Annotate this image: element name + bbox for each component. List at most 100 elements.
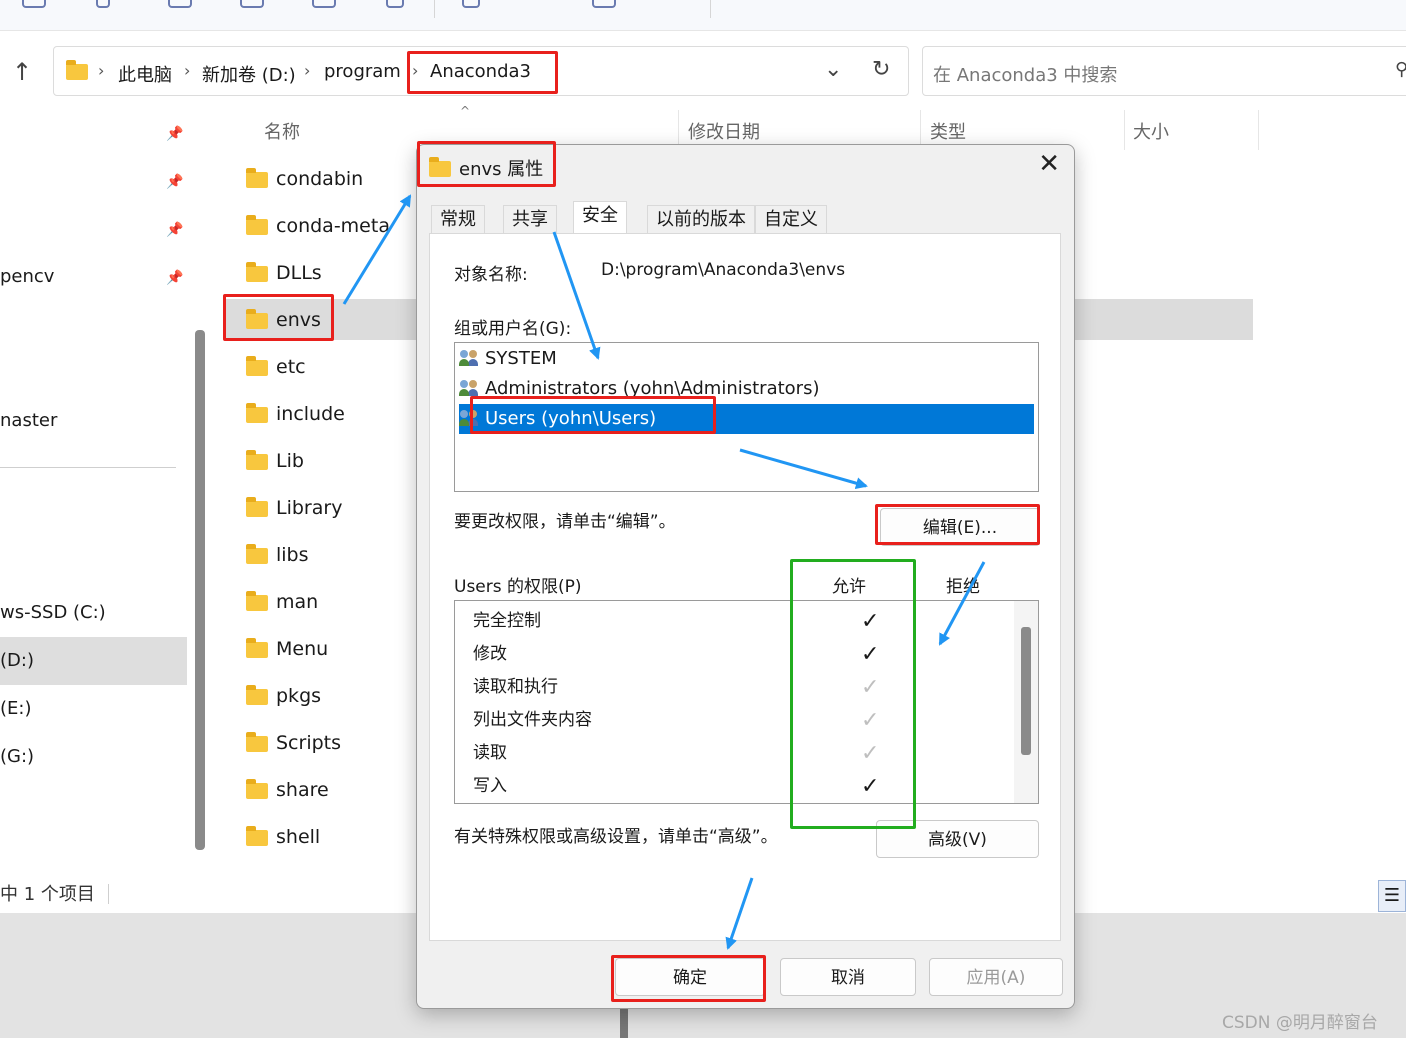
folder-icon — [66, 60, 88, 80]
toolbar-icon[interactable] — [168, 0, 192, 8]
folder-icon — [246, 497, 268, 517]
permissions-scrollbar[interactable] — [1021, 627, 1031, 755]
nav-item[interactable]: naster — [0, 410, 57, 431]
nav-scrollbar[interactable] — [195, 330, 205, 850]
edit-hint: 要更改权限，请单击“编辑”。 — [454, 512, 676, 532]
column-header-modified[interactable]: 修改日期 — [688, 118, 760, 144]
folder-icon — [246, 826, 268, 846]
tab-sharing[interactable]: 共享 — [503, 205, 557, 234]
file-name: pkgs — [276, 685, 322, 707]
file-name: Library — [276, 497, 343, 519]
folder-icon — [246, 262, 268, 282]
breadcrumb-item[interactable]: 此电脑 — [118, 61, 172, 87]
details-view-icon[interactable]: ☰ — [1378, 880, 1406, 912]
chevron-right-icon: › — [304, 61, 311, 80]
column-divider[interactable] — [1258, 110, 1259, 150]
tab-previous-versions[interactable]: 以前的版本 — [647, 205, 755, 234]
sort-icon[interactable] — [462, 0, 480, 8]
folder-icon — [246, 779, 268, 799]
pin-icon[interactable]: 📌 — [166, 174, 183, 190]
user-group-icon — [459, 349, 481, 367]
permission-row: 修改 ✓ — [473, 638, 1013, 671]
column-header-name[interactable]: 名称 — [264, 118, 300, 144]
nav-item[interactable]: pencv — [0, 266, 54, 287]
permissions-label: Users 的权限(P) — [454, 577, 582, 597]
watermark: CSDN @明月醉窗台 — [1222, 1013, 1378, 1033]
permission-row: 读取和执行 ✓ — [473, 671, 1013, 704]
nav-item-drive-d[interactable]: (D:) — [0, 650, 34, 671]
toolbar-divider — [710, 0, 711, 18]
file-name: DLLs — [276, 262, 322, 284]
permission-name: 修改 — [473, 644, 507, 664]
chevron-right-icon: › — [98, 61, 105, 80]
tab-customize[interactable]: 自定义 — [755, 205, 827, 234]
permissions-list: 完全控制 ✓ 修改 ✓ 读取和执行 ✓ 列出文件夹内容 ✓ 读取 ✓ 写入 ✓ — [454, 600, 1039, 804]
pin-icon[interactable]: 📌 — [166, 222, 183, 238]
toolbar-icon[interactable] — [240, 0, 264, 8]
search-input[interactable]: 在 Anaconda3 中搜索 — [933, 61, 1117, 87]
folder-icon — [246, 544, 268, 564]
toolbar-icon[interactable] — [386, 0, 404, 8]
file-name: share — [276, 779, 329, 801]
annotation-box-dialog-title — [417, 141, 556, 187]
user-group-icon — [459, 379, 481, 397]
file-name: condabin — [276, 168, 364, 190]
sort-up-icon: ^ — [460, 104, 471, 118]
background-bar — [620, 1008, 628, 1038]
annotation-box-users — [470, 396, 716, 434]
breadcrumb-item[interactable]: program — [324, 61, 401, 82]
file-name: Scripts — [276, 732, 342, 754]
annotation-box-allow-column — [790, 559, 916, 829]
column-header-type[interactable]: 类型 — [930, 118, 966, 144]
search-box[interactable]: 在 Anaconda3 中搜索 ⚲ — [922, 46, 1406, 96]
toolbar-icon[interactable] — [22, 0, 46, 8]
column-header-size[interactable]: 大小 — [1133, 118, 1169, 144]
search-icon[interactable]: ⚲ — [1395, 59, 1406, 80]
permission-row: 读取 ✓ — [473, 737, 1013, 770]
folder-icon — [246, 356, 268, 376]
properties-dialog: envs 属性 ✕ 常规 共享 安全 以前的版本 自定义 对象名称: D:\pr… — [416, 144, 1075, 1009]
chevron-right-icon: › — [184, 61, 191, 80]
user-item-system[interactable]: SYSTEM — [459, 344, 1034, 374]
folder-icon — [246, 591, 268, 611]
file-name: libs — [276, 544, 309, 566]
annotation-box-envs — [223, 294, 334, 341]
tab-general[interactable]: 常规 — [431, 205, 485, 234]
folder-icon — [246, 638, 268, 658]
permission-name: 写入 — [473, 776, 507, 796]
apply-button[interactable]: 应用(A) — [929, 958, 1063, 996]
file-name: etc — [276, 356, 306, 378]
chevron-down-icon[interactable]: ⌄ — [824, 57, 842, 82]
permission-row: 列出文件夹内容 ✓ — [473, 704, 1013, 737]
explorer-toolbar — [0, 0, 1406, 31]
toolbar-icon[interactable] — [312, 0, 336, 8]
up-arrow-icon[interactable]: ↑ — [8, 58, 36, 86]
view-icon[interactable] — [592, 0, 616, 8]
nav-item-drive-e[interactable]: (E:) — [0, 698, 31, 719]
cancel-button[interactable]: 取消 — [780, 958, 916, 996]
folder-icon — [246, 215, 268, 235]
refresh-icon[interactable]: ↻ — [872, 57, 890, 82]
deny-header: 拒绝 — [946, 577, 980, 597]
permissions-scroll-track[interactable] — [1014, 601, 1038, 803]
pin-icon[interactable]: 📌 — [166, 270, 183, 286]
group-list-label: 组或用户名(G): — [454, 319, 572, 339]
nav-item-drive-g[interactable]: (G:) — [0, 746, 34, 767]
nav-divider — [0, 467, 176, 468]
folder-icon — [246, 732, 268, 752]
column-divider[interactable] — [1124, 110, 1125, 150]
nav-item-drive-c[interactable]: ws-SSD (C:) — [0, 602, 106, 623]
toolbar-divider — [434, 0, 435, 18]
tab-security[interactable]: 安全 — [573, 201, 627, 235]
security-panel: 对象名称: D:\program\Anaconda3\envs 组或用户名(G)… — [429, 233, 1061, 941]
breadcrumb-item[interactable]: 新加卷 (D:) — [202, 61, 296, 87]
pin-icon[interactable]: 📌 — [166, 126, 183, 142]
annotation-box-anaconda3 — [407, 51, 558, 94]
file-name: include — [276, 403, 345, 425]
folder-icon — [246, 168, 268, 188]
permission-row: 完全控制 ✓ — [473, 605, 1013, 638]
close-icon[interactable]: ✕ — [1038, 149, 1060, 179]
object-name-value: D:\program\Anaconda3\envs — [601, 260, 846, 280]
toolbar-icon[interactable] — [96, 0, 110, 8]
folder-icon — [246, 685, 268, 705]
